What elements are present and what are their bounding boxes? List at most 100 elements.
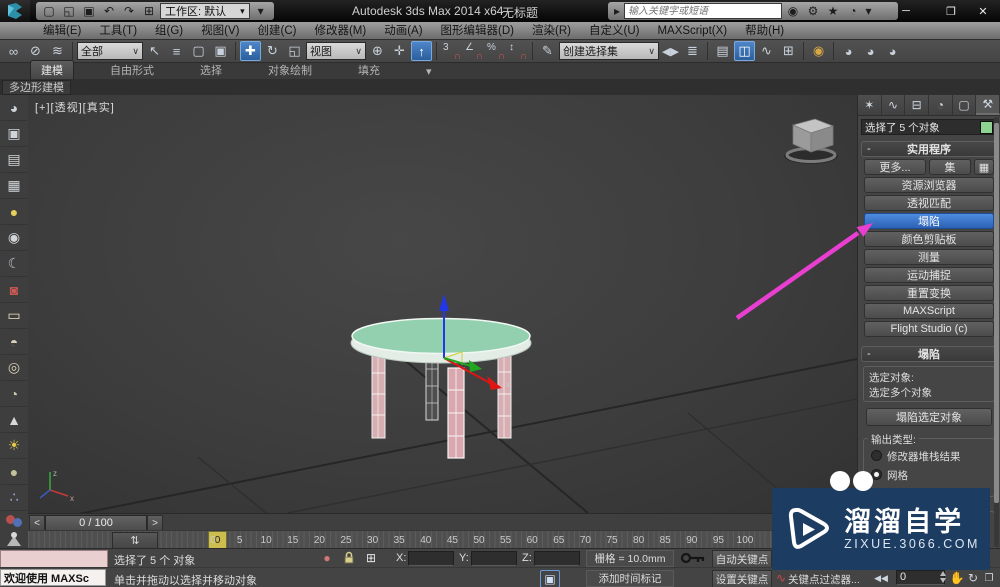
snaps-toggle-3d-icon[interactable]: 3∩: [441, 41, 462, 61]
viewport-label[interactable]: [+][透视][真实]: [35, 99, 115, 115]
menu-item-4[interactable]: 创建(C): [248, 22, 305, 40]
minimize-button[interactable]: ─: [893, 2, 919, 20]
percent-snap-icon[interactable]: %∩: [485, 41, 506, 61]
menu-item-10[interactable]: MAXScript(X): [648, 22, 736, 40]
edit-named-selection-sets-icon[interactable]: ✎: [537, 41, 558, 61]
utility-button-Flight Studio (c)[interactable]: Flight Studio (c): [864, 321, 994, 337]
ribbon-tab-2[interactable]: 选择: [190, 61, 232, 79]
lamp-icon[interactable]: ●: [1, 199, 27, 225]
mirror-icon[interactable]: ◀▶: [660, 41, 681, 61]
select-by-name-icon[interactable]: ≡: [166, 41, 187, 61]
spinner-snap-icon[interactable]: ↕∩: [507, 41, 528, 61]
render-setup-icon[interactable]: ◕: [838, 41, 859, 61]
key-filters-button[interactable]: 关键点过滤器...: [788, 572, 860, 587]
object-color-swatch[interactable]: [980, 121, 993, 134]
project-folder-icon[interactable]: ⊞: [140, 3, 158, 19]
panel-scrollbar[interactable]: [994, 117, 999, 547]
utility-button-重置变换[interactable]: 重置变换: [864, 285, 994, 301]
utilities-rollout-header[interactable]: - 实用程序: [861, 141, 997, 157]
plane-icon[interactable]: ▭: [1, 303, 27, 329]
app-menu-button[interactable]: [0, 0, 30, 22]
utility-button-塌陷[interactable]: 塌陷: [864, 213, 994, 229]
add-time-tag-button[interactable]: 添加时间标记: [586, 570, 674, 587]
rectangular-selection-region-icon[interactable]: ▢: [188, 41, 209, 61]
maxscript-mini-listener[interactable]: [0, 550, 108, 568]
tab-display-icon[interactable]: ▢: [953, 95, 977, 115]
sun-icon[interactable]: ☀: [1, 433, 27, 459]
y-coordinate-field[interactable]: [471, 551, 517, 566]
view-cube[interactable]: [784, 119, 838, 164]
workspace-dropdown[interactable]: 工作区: 默认 ▾: [160, 3, 250, 19]
named-selection-set-dropdown[interactable]: 创建选择集 ∨: [559, 42, 659, 60]
undo-icon[interactable]: ↶: [100, 3, 118, 19]
redo-icon[interactable]: ↷: [120, 3, 138, 19]
moon-icon[interactable]: ☾: [1, 251, 27, 277]
menu-item-0[interactable]: 编辑(E): [34, 22, 90, 40]
utility-sets-button[interactable]: 集: [929, 159, 971, 175]
select-and-manipulate-icon[interactable]: ✛: [389, 41, 410, 61]
utility-button-颜色剪贴板[interactable]: 颜色剪贴板: [864, 231, 994, 247]
favorites-star-icon[interactable]: ★: [824, 3, 842, 19]
utility-button-运动捕捉[interactable]: 运动捕捉: [864, 267, 994, 283]
menu-item-8[interactable]: 渲染(R): [523, 22, 580, 40]
search-input[interactable]: [624, 3, 782, 19]
set-key-button[interactable]: 设置关键点: [712, 570, 772, 587]
bind-to-spacewarp-icon[interactable]: ≋: [47, 41, 68, 61]
utility-button-测量[interactable]: 测量: [864, 249, 994, 265]
select-and-move-icon[interactable]: ✚: [240, 41, 261, 61]
frame-spinner[interactable]: [940, 570, 947, 584]
ribbon-tab-0[interactable]: 建模: [30, 60, 74, 79]
tab-utilities-icon[interactable]: ⚒: [976, 95, 1000, 115]
time-slider-thumb[interactable]: 0 / 100: [45, 515, 147, 531]
menu-item-5[interactable]: 修改器(M): [305, 22, 375, 40]
track-bar[interactable]: ⇅ 0 051015202530354045505560657075808590…: [28, 530, 857, 549]
teapot2-icon[interactable]: ◔: [1, 381, 27, 407]
dome-icon[interactable]: ◓: [1, 329, 27, 355]
schematic-view-icon[interactable]: ⊞: [778, 41, 799, 61]
scene-explorer-icon[interactable]: ◫: [734, 41, 755, 61]
unlink-selection-icon[interactable]: ⊘: [25, 41, 46, 61]
ribbon-collapse-caret-icon[interactable]: ▾: [416, 64, 442, 79]
curve-editor-icon[interactable]: ∿: [756, 41, 777, 61]
render-production-icon[interactable]: ◕: [882, 41, 903, 61]
x-coordinate-field[interactable]: [408, 551, 454, 566]
menu-item-1[interactable]: 工具(T): [90, 22, 146, 40]
rendered-frame-window-icon[interactable]: ◕: [860, 41, 881, 61]
dependencies-icon[interactable]: [6, 515, 22, 527]
ribbon-tab-4[interactable]: 填充: [348, 61, 390, 79]
move-gizmo[interactable]: x: [439, 294, 510, 390]
menu-item-7[interactable]: 图形编辑器(D): [432, 22, 523, 40]
radio-mesh-row[interactable]: 网格: [871, 468, 987, 483]
select-and-link-icon[interactable]: ∞: [3, 41, 24, 61]
utility-button-透视匹配[interactable]: 透视匹配: [864, 195, 994, 211]
menu-item-6[interactable]: 动画(A): [375, 22, 431, 40]
polygon-modeling-panel-button[interactable]: 多边形建模: [2, 80, 71, 95]
utility-button-资源浏览器[interactable]: 资源浏览器: [864, 177, 994, 193]
teapot-icon[interactable]: ◕: [1, 95, 27, 121]
select-object-icon[interactable]: ↖: [144, 41, 165, 61]
search-icon[interactable]: ◉: [784, 3, 802, 19]
prompt-bulb-icon[interactable]: ●: [318, 550, 336, 566]
previous-frame-arrow[interactable]: <: [29, 515, 45, 531]
selection-filter-dropdown[interactable]: 全部 ∨: [77, 42, 143, 60]
perspective-viewport[interactable]: [+][透视][真实]: [28, 95, 857, 513]
align-icon[interactable]: ≣: [682, 41, 703, 61]
tab-motion-icon[interactable]: ◔: [929, 95, 953, 115]
utility-button-MAXScript[interactable]: MAXScript: [864, 303, 994, 319]
menu-item-11[interactable]: 帮助(H): [736, 22, 793, 40]
camera-icon[interactable]: ◉: [1, 225, 27, 251]
go-to-start-icon[interactable]: ◀◀: [872, 570, 890, 586]
cone-icon[interactable]: ▲: [1, 407, 27, 433]
open-file-icon[interactable]: ◱: [60, 3, 78, 19]
use-pivot-center-icon[interactable]: ⊕: [367, 41, 388, 61]
mini-curve-editor-button[interactable]: ⇅: [112, 532, 158, 549]
reference-coordinate-dropdown[interactable]: 视图 ∨: [306, 42, 366, 60]
keyboard-override-icon[interactable]: ↑: [411, 41, 432, 61]
absolute-mode-icon[interactable]: ⊞: [362, 550, 380, 566]
material-editor-icon[interactable]: ◉: [808, 41, 829, 61]
sheet-icon[interactable]: ▤: [1, 147, 27, 173]
monitor-icon[interactable]: ▣: [1, 121, 27, 147]
new-file-icon[interactable]: ▢: [40, 3, 58, 19]
isolate-selection-icon[interactable]: [6, 532, 22, 546]
layer-manager-icon[interactable]: ▤: [712, 41, 733, 61]
